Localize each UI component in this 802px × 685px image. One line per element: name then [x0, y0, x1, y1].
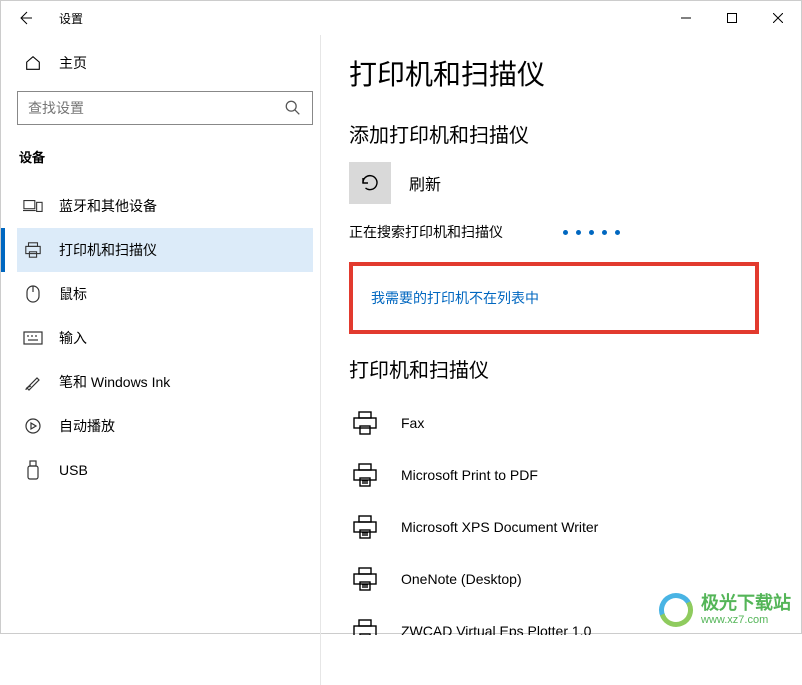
nav-home-label: 主页 — [59, 53, 87, 73]
printer-item-pdf[interactable]: Microsoft Print to PDF — [349, 449, 801, 501]
printer-name: OneNote (Desktop) — [401, 571, 522, 587]
printer-list-heading: 打印机和扫描仪 — [349, 354, 801, 383]
usb-icon — [23, 460, 43, 480]
watermark-url: www.xz7.com — [701, 614, 791, 626]
main-content: 打印机和扫描仪 添加打印机和扫描仪 刷新 正在搜索打印机和扫描仪 我需要的打印机… — [321, 35, 801, 635]
nav-pen[interactable]: 笔和 Windows Ink — [17, 360, 313, 404]
watermark-logo-icon — [659, 593, 693, 627]
printer-device-icon — [349, 563, 381, 595]
highlight-box: 我需要的打印机不在列表中 — [349, 262, 759, 334]
window-controls — [663, 2, 801, 34]
title-bar: 设置 — [1, 1, 801, 35]
search-input[interactable] — [28, 100, 284, 116]
refresh-row: 刷新 — [349, 162, 801, 204]
nav-printers[interactable]: 打印机和扫描仪 — [17, 228, 313, 272]
printer-icon — [23, 241, 43, 259]
nav-mouse[interactable]: 鼠标 — [17, 272, 313, 316]
search-box[interactable] — [17, 91, 313, 125]
searching-text: 正在搜索打印机和扫描仪 — [349, 222, 503, 242]
add-printer-heading: 添加打印机和扫描仪 — [349, 119, 801, 148]
pen-icon — [23, 373, 43, 391]
printer-device-icon — [349, 615, 381, 635]
printer-item-xps[interactable]: Microsoft XPS Document Writer — [349, 501, 801, 553]
home-icon — [23, 54, 43, 72]
watermark-brand: 极光下载站 — [701, 594, 791, 614]
nav-label: 蓝牙和其他设备 — [59, 196, 157, 216]
printer-item-fax[interactable]: Fax — [349, 397, 801, 449]
refresh-label: 刷新 — [409, 171, 441, 195]
title-bar-left: 设置 — [9, 2, 83, 34]
nav-typing[interactable]: 输入 — [17, 316, 313, 360]
close-icon — [773, 13, 783, 23]
keyboard-icon — [23, 331, 43, 345]
watermark-text-group: 极光下载站 www.xz7.com — [701, 594, 791, 626]
nav-label: 打印机和扫描仪 — [59, 240, 157, 260]
back-button[interactable] — [9, 2, 41, 34]
nav-label: 自动播放 — [59, 416, 115, 436]
sidebar-section-title: 设备 — [17, 147, 313, 166]
sidebar-divider — [320, 35, 321, 685]
close-button[interactable] — [755, 2, 801, 34]
nav-label: 鼠标 — [59, 284, 87, 304]
refresh-icon — [359, 172, 381, 194]
printer-not-listed-link[interactable]: 我需要的打印机不在列表中 — [371, 290, 539, 306]
nav-label: 输入 — [59, 328, 87, 348]
devices-icon — [23, 198, 43, 214]
autoplay-icon — [23, 417, 43, 435]
maximize-button[interactable] — [709, 2, 755, 34]
fax-icon — [349, 407, 381, 439]
window-title: 设置 — [59, 10, 83, 27]
nav-home[interactable]: 主页 — [17, 45, 313, 81]
mouse-icon — [23, 285, 43, 303]
searching-status: 正在搜索打印机和扫描仪 — [349, 222, 801, 242]
printer-device-icon — [349, 459, 381, 491]
loading-dots-icon — [563, 230, 620, 235]
watermark: 极光下载站 www.xz7.com — [659, 593, 791, 627]
minimize-button[interactable] — [663, 2, 709, 34]
minimize-icon — [681, 13, 691, 23]
printer-device-icon — [349, 511, 381, 543]
printer-name: Fax — [401, 415, 424, 431]
maximize-icon — [727, 13, 737, 23]
layout: 主页 设备 蓝牙和其他设备 打印机和扫描仪 鼠标 输入 笔和 Windows I… — [1, 35, 801, 635]
printer-name: Microsoft Print to PDF — [401, 467, 538, 483]
refresh-button[interactable] — [349, 162, 391, 204]
printer-name: ZWCAD Virtual Eps Plotter 1.0 — [401, 623, 591, 635]
nav-usb[interactable]: USB — [17, 448, 313, 492]
nav-label: 笔和 Windows Ink — [59, 372, 170, 392]
nav-bluetooth[interactable]: 蓝牙和其他设备 — [17, 184, 313, 228]
page-title: 打印机和扫描仪 — [349, 53, 801, 93]
nav-label: USB — [59, 462, 88, 478]
search-icon — [284, 99, 302, 117]
arrow-left-icon — [17, 10, 33, 26]
printer-name: Microsoft XPS Document Writer — [401, 519, 598, 535]
nav-autoplay[interactable]: 自动播放 — [17, 404, 313, 448]
sidebar: 主页 设备 蓝牙和其他设备 打印机和扫描仪 鼠标 输入 笔和 Windows I… — [1, 35, 321, 635]
